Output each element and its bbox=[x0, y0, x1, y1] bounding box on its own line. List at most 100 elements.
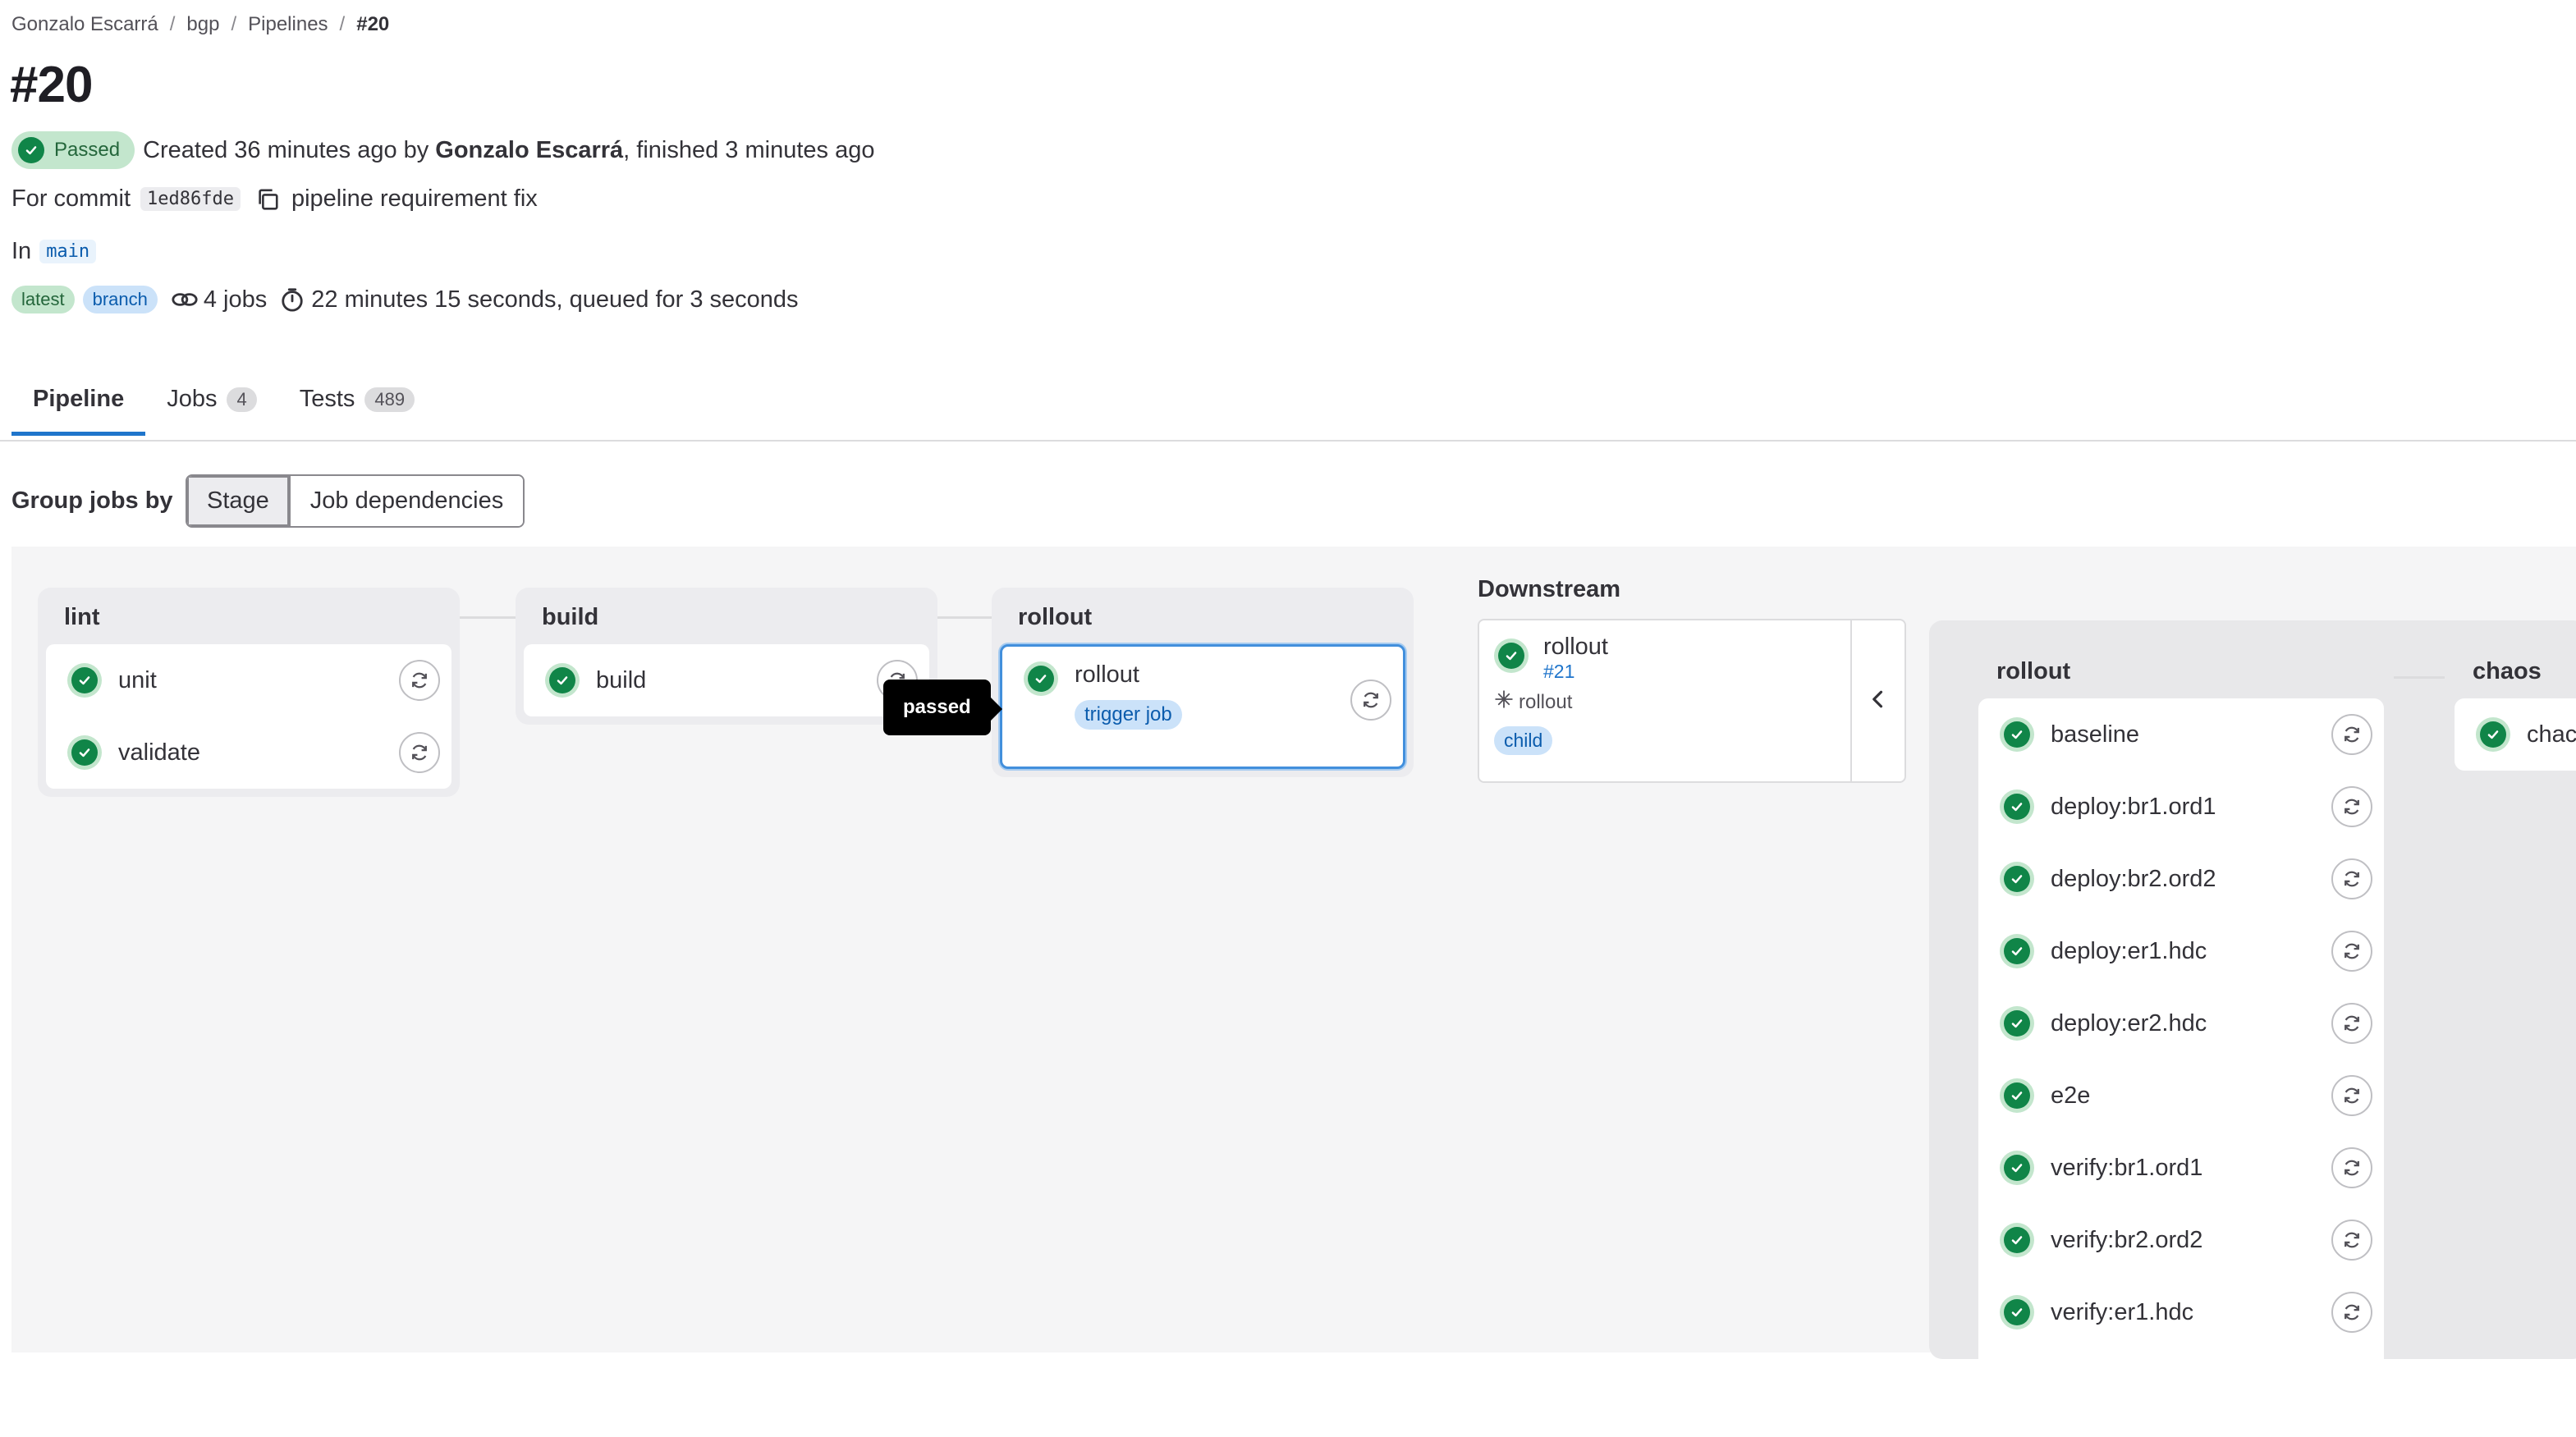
group-by-stage-button[interactable]: Stage bbox=[187, 476, 289, 526]
retry-icon[interactable] bbox=[2331, 1292, 2372, 1333]
downstream-pipeline-info: rollout #21 rollout child bbox=[1479, 620, 1850, 781]
retry-icon[interactable] bbox=[399, 660, 440, 701]
check-circle-icon bbox=[2000, 1078, 2034, 1113]
job-name: verify:br1.ord1 bbox=[2051, 1154, 2203, 1181]
retry-icon[interactable] bbox=[1350, 680, 1391, 721]
child-job-row[interactable]: deploy:er2.hdc bbox=[1978, 987, 2384, 1059]
job-chaos[interactable]: chac bbox=[2455, 698, 2576, 771]
stage-rollout: rollout rollout trigger job bbox=[992, 588, 1414, 777]
check-circle-icon bbox=[2000, 934, 2034, 968]
child-job-row[interactable]: verify:er1.hdc bbox=[1978, 1276, 2384, 1348]
retry-icon[interactable] bbox=[2331, 931, 2372, 972]
breadcrumb-item-pipelines[interactable]: Pipelines bbox=[248, 13, 328, 36]
check-circle-icon bbox=[2476, 717, 2510, 752]
breadcrumb-separator: / bbox=[339, 13, 346, 35]
check-circle-icon bbox=[2000, 1295, 2034, 1329]
tab-pipeline-label: Pipeline bbox=[33, 386, 125, 412]
retry-icon[interactable] bbox=[2331, 714, 2372, 755]
status-badge[interactable]: Passed bbox=[11, 131, 135, 169]
stage-jobs: build bbox=[524, 644, 929, 716]
latest-badge: latest bbox=[11, 286, 75, 313]
check-circle-icon bbox=[67, 735, 102, 770]
job-name: deploy:er2.hdc bbox=[2051, 1009, 2207, 1037]
tab-jobs[interactable]: Jobs 4 bbox=[145, 369, 278, 432]
job-validate[interactable]: validate bbox=[46, 716, 451, 789]
stage-lint: lint unit validate bbox=[38, 588, 460, 797]
retry-icon[interactable] bbox=[2331, 1147, 2372, 1188]
job-rollout[interactable]: rollout trigger job bbox=[1002, 647, 1403, 767]
job-name: baseline bbox=[2051, 721, 2140, 748]
status-tooltip: passed bbox=[883, 680, 1002, 735]
child-job-row[interactable]: baseline bbox=[1978, 698, 2384, 771]
child-job-row[interactable]: verify:br1.ord1 bbox=[1978, 1132, 2384, 1204]
ref-prefix: In bbox=[11, 238, 32, 264]
breadcrumb-item-user[interactable]: Gonzalo Escarrá bbox=[11, 13, 158, 36]
duration-text: 22 minutes 15 seconds, queued for 3 seco… bbox=[311, 286, 799, 313]
meta-row: latest branch 4 jobs 22 minutes 15 secon… bbox=[11, 286, 799, 313]
downstream-pipeline-name[interactable]: rollout bbox=[1543, 634, 1608, 661]
jobs-count: 4 jobs bbox=[203, 286, 268, 313]
stage-build: build build bbox=[516, 588, 937, 725]
check-circle-icon bbox=[2000, 717, 2034, 752]
stage-title: lint bbox=[64, 604, 100, 630]
tab-tests[interactable]: Tests 489 bbox=[278, 369, 436, 432]
retry-icon[interactable] bbox=[2331, 1220, 2372, 1261]
author-link[interactable]: Gonzalo Escarrá bbox=[435, 137, 623, 164]
breadcrumb-item-current[interactable]: #20 bbox=[356, 13, 389, 36]
downstream-title: Downstream bbox=[1478, 576, 1621, 602]
ref-row: In main bbox=[11, 238, 97, 265]
stage-jobs: baseline deploy:br1.ord1 deploy:br2.ord2 de… bbox=[1978, 698, 2384, 1437]
retry-icon[interactable] bbox=[2331, 858, 2372, 899]
retry-icon[interactable] bbox=[2331, 1003, 2372, 1044]
check-circle-icon bbox=[2000, 1006, 2034, 1041]
group-by-dependencies-button[interactable]: Job dependencies bbox=[288, 476, 524, 526]
job-unit[interactable]: unit bbox=[46, 644, 451, 716]
page-title: #20 bbox=[10, 57, 93, 113]
chevron-left-icon bbox=[1867, 688, 1890, 715]
retry-icon[interactable] bbox=[399, 732, 440, 773]
downstream-pipeline-id[interactable]: #21 bbox=[1543, 661, 1608, 683]
check-circle-icon bbox=[2000, 1223, 2034, 1257]
breadcrumb-item-project[interactable]: bgp bbox=[186, 13, 219, 36]
created-text: Created 36 minutes ago by bbox=[143, 136, 429, 163]
breadcrumb: Gonzalo Escarrá / bgp / Pipelines / #20 bbox=[11, 13, 389, 36]
commit-prefix: For commit bbox=[11, 185, 131, 212]
child-job-row[interactable]: verify:br2.ord2 bbox=[1978, 1204, 2384, 1276]
commit-sha[interactable]: 1ed86fde bbox=[140, 187, 241, 211]
tab-jobs-label: Jobs bbox=[167, 386, 218, 412]
job-name: verify:br2.ord2 bbox=[2051, 1226, 2203, 1253]
retry-icon[interactable] bbox=[2331, 786, 2372, 827]
job-name: unit bbox=[118, 666, 157, 693]
pipeline-status-row: Passed Created 36 minutes ago by Gonzalo… bbox=[11, 131, 874, 169]
branch-link[interactable]: main bbox=[39, 240, 97, 263]
check-circle-icon bbox=[2000, 789, 2034, 824]
check-circle-icon bbox=[1494, 638, 1529, 673]
job-name: build bbox=[596, 666, 647, 693]
collapse-downstream-button[interactable] bbox=[1850, 620, 1904, 781]
stage-connector bbox=[936, 616, 992, 619]
job-name: rollout bbox=[1075, 661, 1139, 688]
job-build[interactable]: build bbox=[524, 644, 929, 716]
breadcrumb-separator: / bbox=[169, 13, 176, 35]
job-name: deploy:er1.hdc bbox=[2051, 937, 2207, 964]
child-job-row[interactable]: deploy:br1.ord1 bbox=[1978, 771, 2384, 843]
check-circle-icon bbox=[545, 663, 580, 698]
child-job-row[interactable]: deploy:er1.hdc bbox=[1978, 915, 2384, 987]
stage-connector bbox=[2394, 676, 2445, 679]
downstream-pipeline-card[interactable]: rollout #21 rollout child bbox=[1478, 619, 1906, 783]
stage-title: rollout bbox=[1018, 604, 1093, 630]
child-job-row[interactable]: e2e bbox=[1978, 1059, 2384, 1132]
trigger-icon bbox=[1494, 689, 1514, 715]
tab-tests-label: Tests bbox=[299, 386, 355, 412]
commit-message[interactable]: pipeline requirement fix bbox=[291, 185, 538, 213]
tab-pipeline[interactable]: Pipeline bbox=[11, 369, 146, 436]
copy-icon[interactable] bbox=[255, 187, 280, 212]
stage-connector bbox=[460, 616, 516, 619]
check-circle-icon bbox=[2000, 1151, 2034, 1185]
retry-icon[interactable] bbox=[2331, 1075, 2372, 1116]
child-job-row[interactable]: deploy:br2.ord2 bbox=[1978, 843, 2384, 915]
downstream-source: rollout bbox=[1494, 689, 1850, 715]
job-name: deploy:br1.ord1 bbox=[2051, 793, 2216, 820]
job-name: deploy:br2.ord2 bbox=[2051, 865, 2216, 892]
tab-tests-count: 489 bbox=[364, 387, 415, 412]
